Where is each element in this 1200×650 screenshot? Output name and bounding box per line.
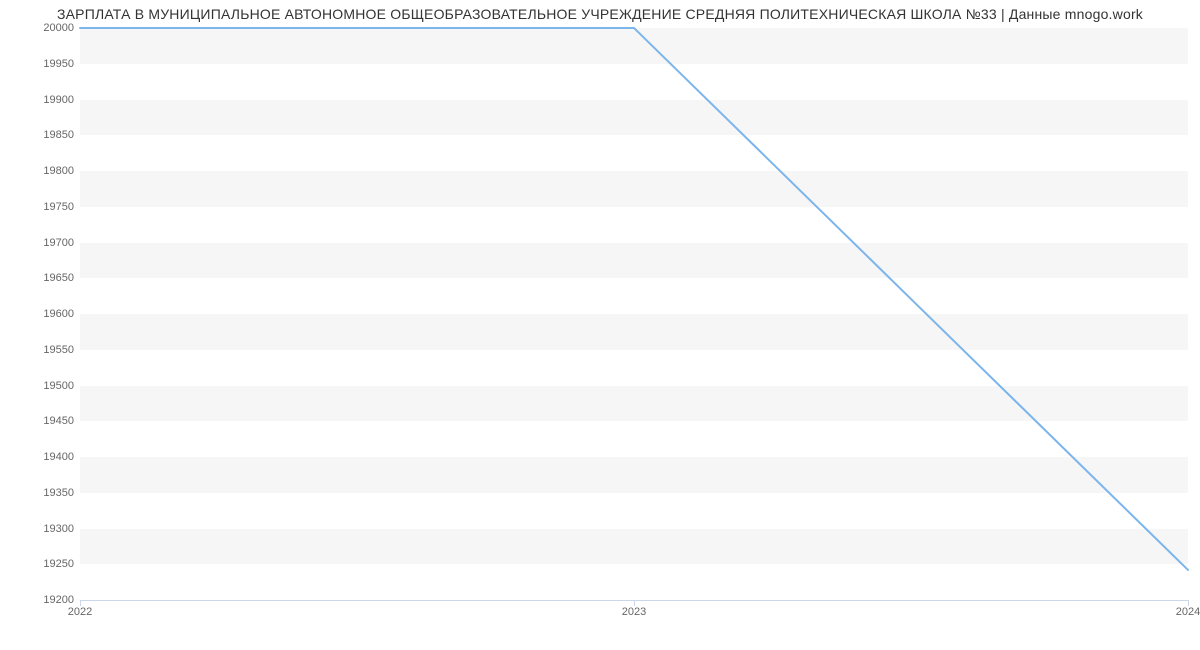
y-tick-label: 19550 xyxy=(14,344,74,356)
salary-chart: ЗАРПЛАТА В МУНИЦИПАЛЬНОЕ АВТОНОМНОЕ ОБЩЕ… xyxy=(0,0,1200,650)
x-tick-label: 2022 xyxy=(68,606,92,618)
plot-area xyxy=(80,28,1188,601)
y-tick-label: 19850 xyxy=(14,129,74,141)
y-tick-label: 19800 xyxy=(14,165,74,177)
series-line xyxy=(80,28,1188,570)
y-tick-label: 19950 xyxy=(14,58,74,70)
y-tick-label: 19500 xyxy=(14,380,74,392)
y-tick-label: 19600 xyxy=(14,308,74,320)
y-tick-label: 19700 xyxy=(14,237,74,249)
x-tick-label: 2023 xyxy=(622,606,646,618)
y-tick-label: 19350 xyxy=(14,487,74,499)
y-tick-label: 19900 xyxy=(14,94,74,106)
y-tick-label: 19750 xyxy=(14,201,74,213)
y-tick-label: 19450 xyxy=(14,415,74,427)
y-tick-label: 19300 xyxy=(14,523,74,535)
y-tick-label: 20000 xyxy=(14,22,74,34)
y-tick-label: 19200 xyxy=(14,594,74,606)
y-tick-label: 19250 xyxy=(14,558,74,570)
chart-title: ЗАРПЛАТА В МУНИЦИПАЛЬНОЕ АВТОНОМНОЕ ОБЩЕ… xyxy=(0,6,1200,22)
y-tick-label: 19400 xyxy=(14,451,74,463)
line-layer xyxy=(80,28,1188,600)
y-tick-label: 19650 xyxy=(14,272,74,284)
x-tick-label: 2024 xyxy=(1176,606,1200,618)
